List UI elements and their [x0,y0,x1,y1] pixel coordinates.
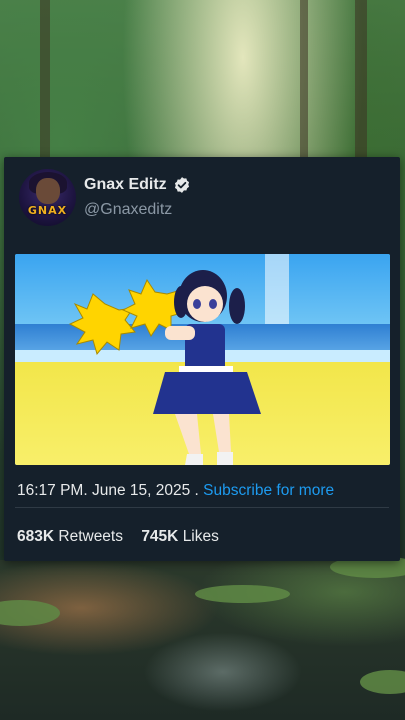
tweet-date: June 15, 2025 [91,482,191,499]
tweet-media-image[interactable] [15,254,390,465]
divider [15,507,389,508]
tree-trunk [355,0,367,170]
avatar[interactable]: GNAX [19,169,76,226]
user-handle[interactable]: @Gnaxeditz [84,201,172,219]
avatar-logo-text: GNAX [27,204,68,217]
anime-character-icon [68,270,261,465]
meta-separator: . [190,482,204,499]
pond-background [0,556,405,720]
lily-pad [360,670,405,694]
lily-pad [195,585,290,603]
likes-stat[interactable]: 745K Likes [141,528,219,546]
retweets-stat[interactable]: 683K Retweets [17,528,123,546]
display-name[interactable]: Gnax Editz [84,176,167,194]
lily-pad [0,600,60,626]
retweets-label: Retweets [58,528,123,545]
tweet-time: 16:17 PM [17,482,84,499]
meta-separator: . [83,482,92,499]
likes-count: 745K [141,528,179,545]
tweet-stats: 683K Retweets 745K Likes [17,528,233,546]
subscribe-link[interactable]: Subscribe for more [203,482,334,499]
avatar-face [36,178,60,204]
likes-label: Likes [182,528,219,545]
retweets-count: 683K [17,528,55,545]
tree-trunk [40,0,50,170]
tree-trunk [300,0,308,170]
tweet-card[interactable]: GNAX Gnax Editz @Gnaxeditz 16:17 PM. Jun… [4,157,400,561]
name-row: Gnax Editz [84,176,191,194]
verified-badge-icon [174,177,189,193]
tweet-meta: 16:17 PM. June 15, 2025 . Subscribe for … [17,482,334,500]
